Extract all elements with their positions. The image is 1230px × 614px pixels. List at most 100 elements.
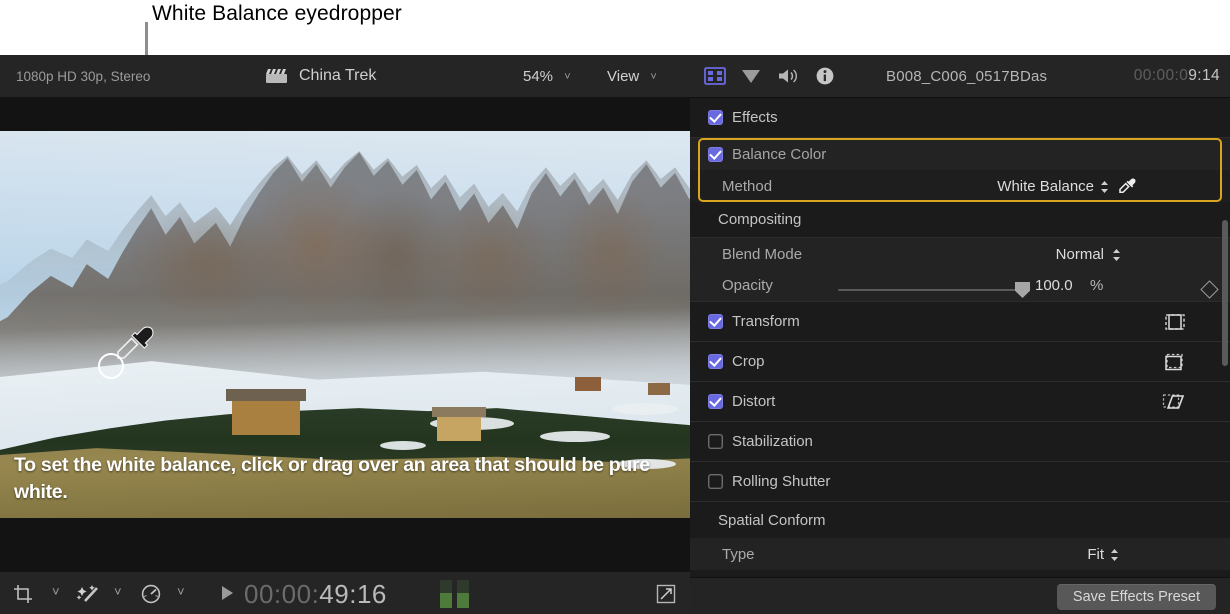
clip-name-label: B008_C006_0517BDas xyxy=(886,68,1047,85)
viewer-stage: To set the white balance, click or drag … xyxy=(0,98,690,571)
up-down-chevron-icon[interactable] xyxy=(1111,248,1122,262)
method-value[interactable]: White Balance xyxy=(997,178,1094,195)
inspector-footer: Save Effects Preset xyxy=(690,577,1230,614)
clip-duration-timecode: 00:00:09:14 xyxy=(1134,67,1220,85)
diamond-keyframe-icon[interactable] xyxy=(1200,280,1218,298)
transform-checkbox[interactable] xyxy=(708,314,723,329)
chalet-roof xyxy=(226,389,306,401)
save-effects-preset-button[interactable]: Save Effects Preset xyxy=(1057,584,1216,610)
chevron-down-icon: ˅ xyxy=(650,71,656,83)
callout-label: White Balance eyedropper xyxy=(152,2,402,26)
distort-label: Distort xyxy=(732,393,775,410)
stabilization-section-row[interactable]: Stabilization xyxy=(690,422,1230,462)
final-cut-pro-window: 1080p HD 30p, Stereo China Trek 54% ˅ Vi… xyxy=(0,55,1230,614)
eyedropper-icon[interactable] xyxy=(1118,177,1138,197)
blend-mode-value[interactable]: Normal xyxy=(1056,246,1104,263)
inspector-scroll-area[interactable]: Effects Balance Color Method White Balan… xyxy=(690,98,1230,577)
distant-hut xyxy=(575,377,601,391)
triangle-filter-icon[interactable] xyxy=(740,66,762,86)
zoom-level-menu[interactable]: 54% ˅ xyxy=(523,68,571,85)
audio-meters xyxy=(440,580,469,608)
duration-bright-part: 9:14 xyxy=(1188,67,1220,84)
distort-checkbox[interactable] xyxy=(708,394,723,409)
eyedropper-sample-ring xyxy=(98,353,124,379)
distort-section-row[interactable]: Distort xyxy=(690,382,1230,422)
audio-meter-right xyxy=(457,580,469,608)
view-menu-label: View xyxy=(607,68,639,85)
up-down-chevron-icon[interactable] xyxy=(1099,180,1110,194)
compositing-label: Compositing xyxy=(708,211,801,228)
info-circle-icon[interactable] xyxy=(814,66,836,86)
transform-section-row[interactable]: Transform xyxy=(690,302,1230,342)
spatial-type-row[interactable]: Type Fit xyxy=(690,538,1230,570)
inspector-tab-bar xyxy=(704,66,836,86)
play-triangle-icon[interactable] xyxy=(222,586,233,600)
enhance-chevron-down-icon[interactable]: ˅ xyxy=(114,584,122,599)
screenshot-root: White Balance eyedropper 1080p HD 30p, S… xyxy=(0,0,1230,614)
project-title: China Trek xyxy=(299,67,376,85)
distant-hut xyxy=(648,383,670,395)
crop-checkbox[interactable] xyxy=(708,354,723,369)
crop-icon[interactable] xyxy=(12,583,34,605)
speaker-icon[interactable] xyxy=(776,66,800,86)
blend-mode-row[interactable]: Blend Mode Normal xyxy=(690,238,1230,270)
small-barn xyxy=(437,415,481,441)
magic-wand-icon[interactable] xyxy=(76,583,102,605)
crop-box-icon[interactable] xyxy=(1164,353,1186,371)
transform-label: Transform xyxy=(732,313,800,330)
balance-color-label: Balance Color xyxy=(732,146,826,163)
inspector-header: B008_C006_0517BDas 00:00:09:14 xyxy=(690,55,1230,98)
viewer-pane: 1080p HD 30p, Stereo China Trek 54% ˅ Vi… xyxy=(0,55,690,614)
stabilization-checkbox[interactable] xyxy=(708,434,723,449)
balance-color-group: Balance Color Method White Balance xyxy=(690,138,1230,202)
distort-box-icon[interactable] xyxy=(1162,393,1186,411)
zoom-level-value: 54% xyxy=(523,68,553,85)
rolling-shutter-checkbox[interactable] xyxy=(708,474,723,489)
view-menu[interactable]: View ˅ xyxy=(607,68,657,85)
speedometer-icon[interactable] xyxy=(140,583,163,605)
method-label: Method xyxy=(708,178,772,195)
crop-section-row[interactable]: Crop xyxy=(690,342,1230,382)
effects-label: Effects xyxy=(732,109,778,126)
opacity-row[interactable]: Opacity 100.0 % xyxy=(690,270,1230,302)
duration-dim-part: 00:00:0 xyxy=(1134,67,1189,84)
blend-mode-label: Blend Mode xyxy=(708,246,802,263)
rolling-shutter-section-row[interactable]: Rolling Shutter xyxy=(690,462,1230,502)
compositing-header-row: Compositing xyxy=(690,202,1230,238)
retime-chevron-down-icon[interactable]: ˅ xyxy=(177,584,185,599)
expand-arrows-icon[interactable] xyxy=(656,584,676,604)
rolling-shutter-label: Rolling Shutter xyxy=(732,473,830,490)
method-row[interactable]: Method White Balance xyxy=(690,170,1230,202)
timecode-bright-part: 49:16 xyxy=(319,579,387,609)
opacity-value[interactable]: 100.0 xyxy=(1035,277,1073,294)
crop-chevron-down-icon[interactable]: ˅ xyxy=(52,584,60,599)
video-frame-image[interactable]: To set the white balance, click or drag … xyxy=(0,131,690,518)
viewer-top-bar: 1080p HD 30p, Stereo China Trek 54% ˅ Vi… xyxy=(0,55,690,98)
up-down-chevron-icon[interactable] xyxy=(1109,548,1120,562)
inspector-pane: B008_C006_0517BDas 00:00:09:14 Effects B… xyxy=(690,55,1230,614)
effects-checkbox[interactable] xyxy=(708,110,723,125)
snow-patch xyxy=(380,441,426,450)
snow-patch xyxy=(540,431,610,442)
balance-color-checkbox[interactable] xyxy=(708,147,723,162)
instructional-caption: To set the white balance, click or drag … xyxy=(14,452,686,506)
small-barn-roof xyxy=(432,407,486,417)
transform-box-icon[interactable] xyxy=(1164,313,1186,331)
snow-patch xyxy=(612,403,678,415)
spatial-conform-header-row: Spatial Conform xyxy=(690,502,1230,538)
inspector-scrollbar[interactable] xyxy=(1222,220,1228,366)
stabilization-label: Stabilization xyxy=(732,433,813,450)
spatial-type-value[interactable]: Fit xyxy=(1087,546,1104,563)
opacity-unit: % xyxy=(1090,277,1103,294)
effects-section-row[interactable]: Effects xyxy=(690,98,1230,138)
opacity-slider-handle[interactable] xyxy=(1015,282,1030,298)
clapboard-icon xyxy=(265,67,289,85)
spatial-conform-label: Spatial Conform xyxy=(708,512,826,529)
balance-color-row[interactable]: Balance Color xyxy=(690,138,1230,170)
timecode-dim-part: 00:00: xyxy=(244,579,319,609)
viewer-timecode[interactable]: 00:00:49:16 xyxy=(244,579,387,610)
opacity-label: Opacity xyxy=(708,277,773,294)
film-strip-icon[interactable] xyxy=(704,66,726,86)
opacity-slider[interactable] xyxy=(838,289,1023,291)
viewer-bottom-bar: ˅ ˅ ˅ 00:00:49:16 xyxy=(0,571,690,614)
